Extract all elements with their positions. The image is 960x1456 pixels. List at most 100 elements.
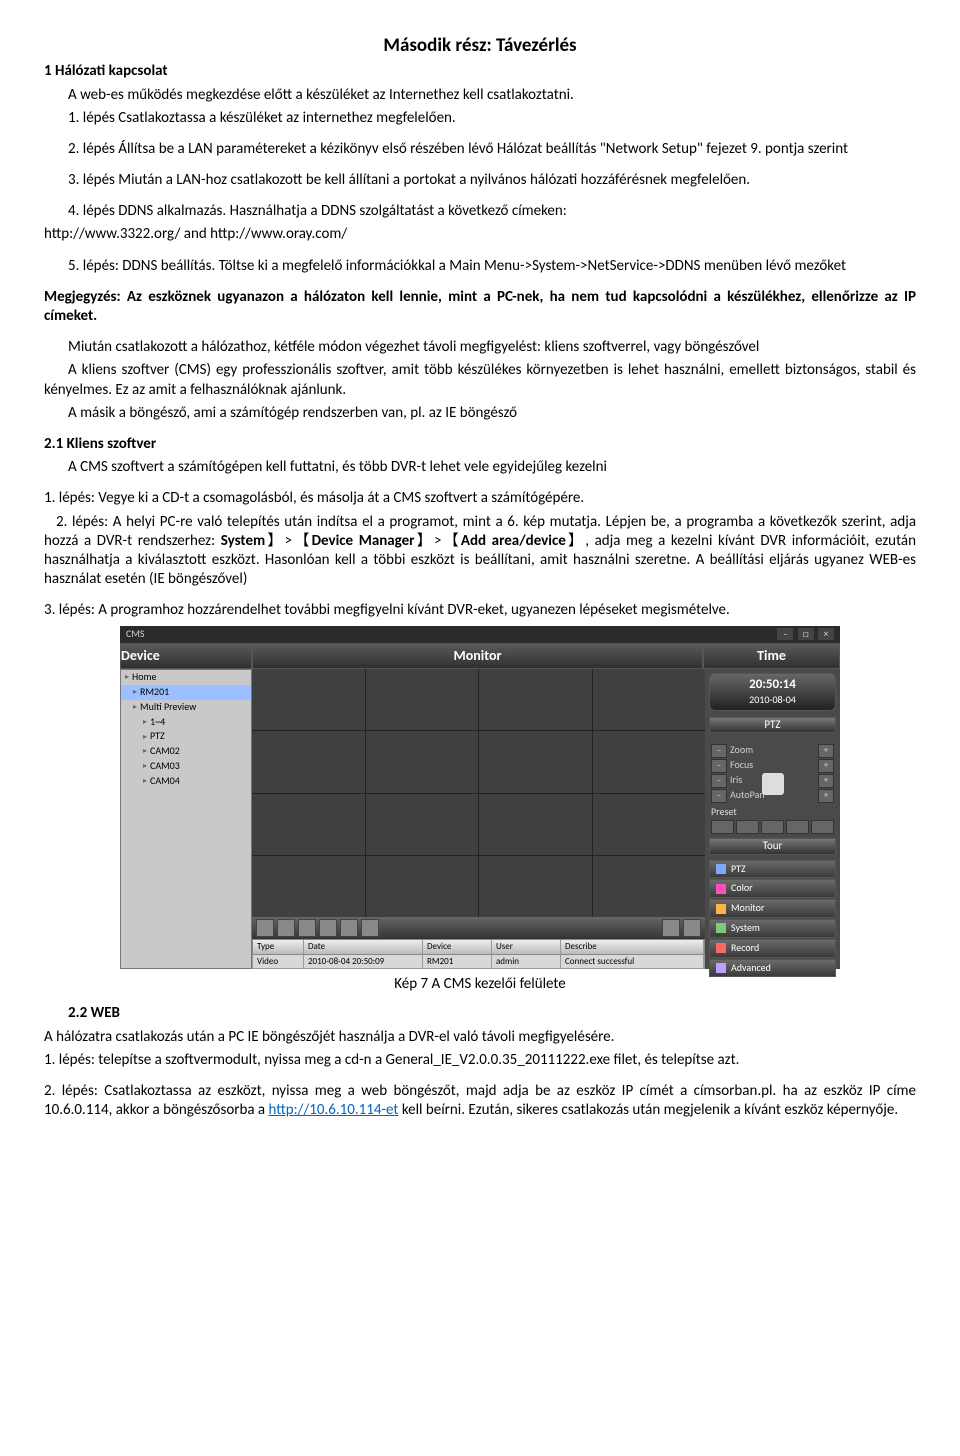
note: Megjegyzés: Az eszköznek ugyanazon a hál… [44, 288, 916, 326]
log-cell-describe: Connect successful [561, 955, 704, 969]
tree-item[interactable]: 1~4 [121, 715, 251, 730]
tree-item[interactable]: CAM03 [121, 759, 251, 774]
clock-time: 20:50:14 [713, 677, 832, 694]
tree-item[interactable]: Multi Preview [121, 700, 251, 715]
log-header-type: Type [253, 940, 304, 954]
side-panel-advanced[interactable]: Advanced [709, 959, 836, 978]
layout-16-icon[interactable] [319, 919, 337, 937]
panel-icon [716, 884, 726, 894]
side-panel-system[interactable]: System [709, 919, 836, 938]
cms-header-time: Time [703, 643, 840, 669]
cms-device-tree[interactable]: Home RM201 Multi Preview 1~4 PTZ CAM02 C… [120, 669, 252, 969]
video-cell[interactable] [593, 856, 706, 917]
video-cell[interactable] [479, 794, 592, 855]
cms-header-device: Device [120, 643, 252, 669]
side-panel-record[interactable]: Record [709, 939, 836, 958]
plus-icon[interactable]: + [818, 789, 834, 803]
plus-icon[interactable]: + [818, 774, 834, 788]
panel-icon [716, 923, 726, 933]
log-cell-date: 2010-08-04 20:50:09 [304, 955, 423, 969]
section-22-heading: 2.2 WEB [44, 1004, 916, 1023]
log-cell-user: admin [492, 955, 561, 969]
ip-address-link[interactable]: http://10.6.10.114-et [269, 1101, 399, 1119]
video-cell[interactable] [252, 669, 365, 730]
panel-icon [716, 864, 726, 874]
tree-item[interactable]: PTZ [121, 729, 251, 744]
section-21-heading: 2.1 Kliens szoftver [44, 435, 916, 454]
section-22-step2: 2. lépés: Csatlakoztassa az eszközt, nyi… [44, 1082, 916, 1120]
cms-header-monitor: Monitor [252, 643, 703, 669]
section-1-intro: A web-es működés megkezdése előtt a kész… [44, 86, 916, 105]
side-panel-monitor[interactable]: Monitor [709, 899, 836, 918]
cms-header-row: Device Monitor Time [120, 643, 840, 669]
video-cell[interactable] [479, 856, 592, 917]
panel-icon [716, 963, 726, 973]
tour-label[interactable]: Tour [709, 838, 836, 854]
video-cell[interactable] [366, 731, 479, 792]
video-cell[interactable] [479, 669, 592, 730]
section-21-step2: 2. lépés: A helyi PC-re való telepítés u… [44, 513, 916, 590]
s21-step2-sep2: 】>【 [415, 532, 461, 550]
video-cell[interactable] [366, 669, 479, 730]
preset-buttons[interactable] [711, 820, 834, 834]
section-21-intro: A CMS szoftvert a számítógépen kell futt… [44, 458, 916, 477]
s21-step2-bold-devmgr: Device Manager [312, 532, 415, 550]
video-cell[interactable] [252, 794, 365, 855]
layout-25-icon[interactable] [340, 919, 358, 937]
maximize-icon[interactable]: □ [798, 628, 814, 640]
fullscreen-icon[interactable] [662, 919, 680, 937]
side-panel-ptz[interactable]: PTZ [709, 860, 836, 879]
tree-item[interactable]: CAM04 [121, 774, 251, 789]
cms-video-grid[interactable] [252, 669, 705, 917]
minus-icon[interactable]: – [711, 744, 727, 758]
panel-icon [716, 943, 726, 953]
video-cell[interactable] [252, 856, 365, 917]
minimize-icon[interactable]: – [777, 628, 793, 640]
step-4-line2: http://www.3322.org/ and http://www.oray… [44, 225, 916, 244]
step-2: 2. lépés Állítsa be a LAN paramétereket … [44, 140, 916, 159]
video-cell[interactable] [593, 794, 706, 855]
ptz-panel-label: PTZ [709, 717, 836, 733]
video-cell[interactable] [479, 731, 592, 792]
log-cell-type: Video [253, 955, 304, 969]
panel-icon [716, 904, 726, 914]
log-header-describe: Describe [561, 940, 704, 954]
log-row: Video 2010-08-04 20:50:09 RM201 admin Co… [252, 955, 705, 970]
cms-layout-toolbar[interactable] [252, 917, 705, 939]
after-note-2: A kliens szoftver (CMS) egy professzioná… [44, 361, 916, 399]
snapshot-icon[interactable] [683, 919, 701, 937]
cms-log-table: Type Date Device User Describe Video 201… [252, 939, 705, 969]
section-21-step3: 3. lépés: A programhoz hozzárendelhet to… [44, 601, 916, 620]
minus-icon[interactable]: – [711, 789, 727, 803]
video-cell[interactable] [593, 731, 706, 792]
plus-icon[interactable]: + [818, 759, 834, 773]
layout-4-icon[interactable] [277, 919, 295, 937]
section-1-heading: 1 Hálózati kapcsolat [44, 62, 916, 81]
video-cell[interactable] [252, 731, 365, 792]
layout-9-icon[interactable] [298, 919, 316, 937]
minus-icon[interactable]: – [711, 774, 727, 788]
cms-side-panels: PTZColorMonitorSystemRecordAdvanced [709, 859, 836, 978]
after-note-1: Miután csatlakozott a hálózathoz, kétfél… [44, 338, 916, 357]
page-title: Második rész: Távezérlés [44, 34, 916, 58]
cms-screenshot: CMS – □ × Device Monitor Time Home RM201… [120, 626, 840, 969]
tree-item[interactable]: Home [121, 670, 251, 685]
plus-icon[interactable]: + [818, 744, 834, 758]
layout-1-icon[interactable] [256, 919, 274, 937]
step-4-line1: 4. lépés DDNS alkalmazás. Használhatja a… [44, 202, 916, 221]
close-icon[interactable]: × [818, 628, 834, 640]
video-cell[interactable] [366, 856, 479, 917]
cms-clock: 20:50:14 2010-08-04 [709, 673, 836, 710]
minus-icon[interactable]: – [711, 759, 727, 773]
layout-36-icon[interactable] [361, 919, 379, 937]
cms-app-name: CMS [126, 628, 144, 641]
tree-item[interactable]: CAM02 [121, 744, 251, 759]
preset-label: Preset [711, 806, 834, 819]
video-cell[interactable] [366, 794, 479, 855]
log-cell-device: RM201 [423, 955, 492, 969]
tree-item[interactable]: RM201 [121, 685, 251, 700]
after-note-3: A másik a böngésző, ami a számítógép ren… [44, 404, 916, 423]
video-cell[interactable] [593, 669, 706, 730]
side-panel-color[interactable]: Color [709, 879, 836, 898]
s21-step2-bold-system: System [221, 532, 265, 550]
